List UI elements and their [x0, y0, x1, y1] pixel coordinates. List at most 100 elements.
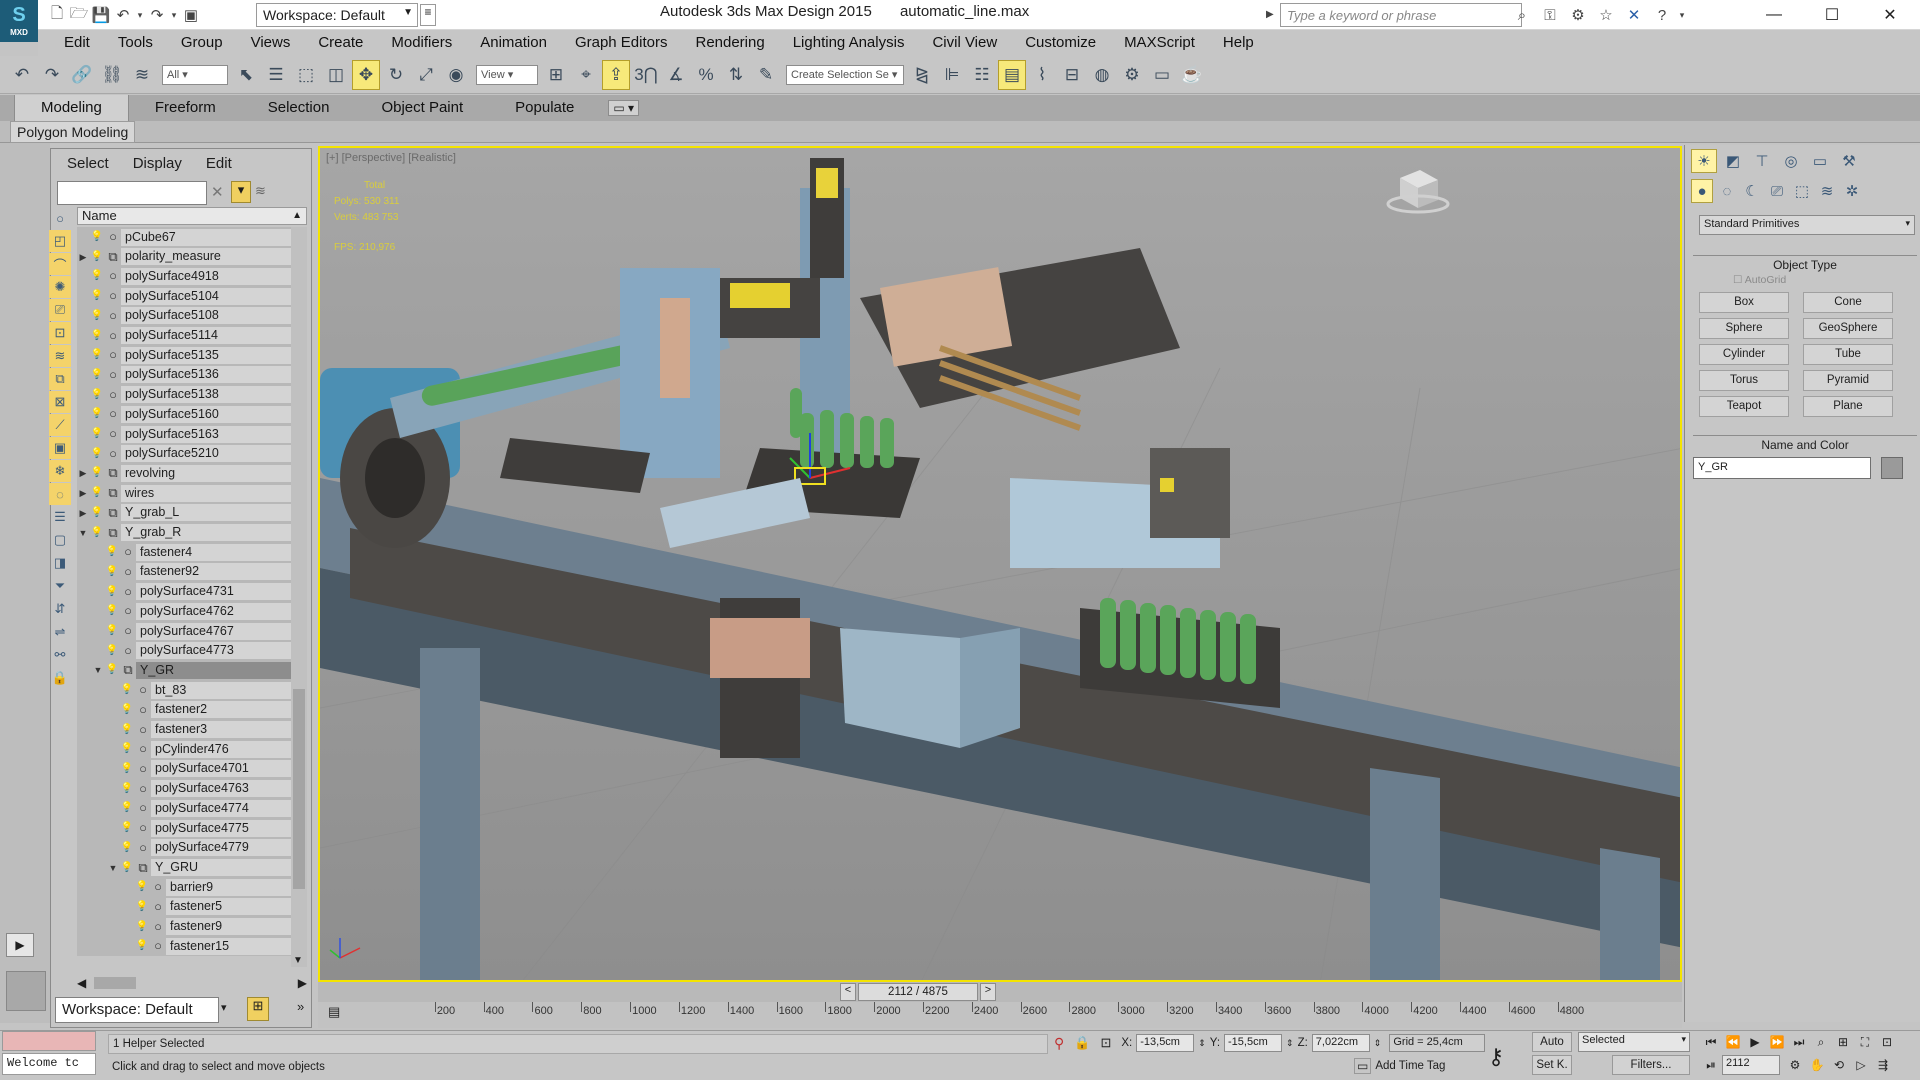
expand-toggle-icon[interactable]: ▶	[77, 483, 89, 503]
visibility-bulb-icon[interactable]: 💡	[119, 798, 135, 818]
object-color-swatch[interactable]	[1881, 457, 1903, 479]
scene-tree-row[interactable]: ▼ 💡 ⧉ Y_GR	[77, 660, 291, 681]
visibility-bulb-icon[interactable]: 💡	[104, 601, 120, 621]
scene-tree-row[interactable]: ▶ 💡 ⧉ revolving	[77, 463, 291, 484]
object-type-title[interactable]: Object Type	[1693, 256, 1917, 274]
scene-tree-row[interactable]: 💡 ○ polySurface4767	[77, 621, 291, 642]
visibility-bulb-icon[interactable]: 💡	[119, 739, 135, 759]
scene-tree-row[interactable]: 💡 ○ polySurface5136	[77, 364, 291, 385]
binoculars-icon[interactable]: ⌕	[1508, 4, 1536, 26]
polygon-modeling-panel[interactable]: Polygon Modeling	[10, 120, 136, 143]
menu-views[interactable]: Views	[237, 30, 305, 56]
select-and-link-icon[interactable]: 🔗	[68, 60, 96, 90]
display-containers-icon[interactable]: ▣	[49, 437, 71, 459]
maxscript-output[interactable]: Welcome tc	[2, 1053, 96, 1075]
visibility-bulb-icon[interactable]: 💡	[119, 759, 135, 779]
schematic-view-icon[interactable]: ⊟	[1058, 60, 1086, 90]
go-to-end-icon[interactable]: ⏭	[1788, 1032, 1810, 1052]
scene-tree-row[interactable]: 💡 ○ fastener4	[77, 542, 291, 563]
display-bones-icon[interactable]: ⟋	[49, 414, 71, 436]
maximize-viewport-icon[interactable]: ⊡	[1876, 1032, 1898, 1052]
render-production-icon[interactable]: ☕	[1178, 60, 1206, 90]
scene-tree-row[interactable]: 💡 ○ polySurface5163	[77, 424, 291, 445]
create-cylinder-button[interactable]: Cylinder	[1699, 344, 1789, 365]
mirror-icon[interactable]: ⧎	[908, 60, 936, 90]
visibility-bulb-icon[interactable]: 💡	[104, 582, 120, 602]
visibility-bulb-icon[interactable]: 💡	[89, 483, 105, 503]
select-and-move-icon[interactable]: ✥	[352, 59, 380, 90]
save-file-icon[interactable]: 💾	[90, 4, 112, 26]
hierarchy-tab-icon[interactable]: ⊤	[1749, 149, 1775, 173]
ribbon-options-icon[interactable]: ▭ ▾	[608, 100, 640, 116]
clear-filter-icon[interactable]: ✕	[211, 183, 224, 201]
favorites-star-icon[interactable]: ☆	[1592, 4, 1620, 26]
help-icon[interactable]: ?	[1648, 4, 1676, 26]
angle-snap-icon[interactable]: ∡	[662, 60, 690, 90]
scene-tree-row[interactable]: 💡 ○ polySurface5160	[77, 404, 291, 425]
y-coord-field[interactable]: -15,5cm	[1224, 1034, 1283, 1052]
geometry-category-icon[interactable]: ●	[1691, 179, 1713, 203]
search-expand-icon[interactable]: ▶	[1266, 3, 1280, 27]
scene-tree-row[interactable]: 💡 ○ fastener5	[77, 896, 291, 917]
mini-curve-editor-icon[interactable]: ▤	[328, 1004, 340, 1020]
visibility-bulb-icon[interactable]: 💡	[104, 660, 120, 680]
sort-by-layer-icon[interactable]: ⊞	[247, 997, 269, 1021]
display-none-filter-icon[interactable]: ▢	[49, 529, 71, 551]
explorer-menu-select[interactable]: Select	[51, 149, 117, 172]
menu-animation[interactable]: Animation	[466, 30, 561, 56]
horizontal-scroll-thumb[interactable]	[94, 977, 137, 989]
filter-toggle-icon[interactable]: ▾	[231, 181, 251, 203]
pivot-center-icon[interactable]: ⊞	[542, 60, 570, 90]
systems-category-icon[interactable]: ✲	[1841, 179, 1863, 203]
motion-tab-icon[interactable]: ◎	[1778, 149, 1804, 173]
add-time-tag-button[interactable]: Add Time Tag	[1375, 1060, 1445, 1072]
undo-icon[interactable]: ↶	[112, 4, 134, 26]
x-coord-field[interactable]: -13,5cm	[1136, 1034, 1195, 1052]
menu-help[interactable]: Help	[1209, 30, 1268, 56]
autogrid-checkbox[interactable]: ☐ AutoGrid	[1693, 274, 1917, 286]
visibility-bulb-icon[interactable]: 💡	[89, 345, 105, 365]
rendered-frame-window-icon[interactable]: ▭	[1148, 60, 1176, 90]
isolate-selection-icon[interactable]: ⚲	[1054, 1035, 1064, 1052]
menu-lighting-analysis[interactable]: Lighting Analysis	[779, 30, 919, 56]
prev-frame-button[interactable]: <	[840, 983, 856, 1001]
scene-tree-row[interactable]: 💡 ○ polySurface5138	[77, 384, 291, 405]
selection-filter-dropdown[interactable]: All ▾	[162, 64, 228, 85]
select-by-name-icon[interactable]: ☰	[262, 60, 290, 90]
communication-icon[interactable]: ⚙	[1564, 4, 1592, 26]
display-spacewarps-icon[interactable]: ≋	[49, 345, 71, 367]
invert-display-icon[interactable]: ◨	[49, 552, 71, 574]
scroll-right-icon[interactable]: ▶	[298, 976, 307, 990]
scene-tree-row[interactable]: ▶ 💡 ⧉ Y_grab_L	[77, 502, 291, 523]
explorer-menu-icon[interactable]: »	[297, 999, 304, 1014]
expand-toggle-icon[interactable]: ▶	[77, 247, 89, 267]
key-filter-dropdown[interactable]: Selected ▾	[1578, 1032, 1690, 1052]
scene-tree-row[interactable]: ▼ 💡 ⧉ Y_grab_R	[77, 522, 291, 543]
layer-manager-icon[interactable]: ☷	[968, 60, 996, 90]
cameras-category-icon[interactable]: ⎚	[1766, 179, 1788, 203]
maxscript-mini-listener[interactable]	[2, 1031, 96, 1051]
visibility-bulb-icon[interactable]: 💡	[104, 621, 120, 641]
keyboard-shortcut-override-icon[interactable]: ⇪	[602, 59, 630, 90]
menu-group[interactable]: Group	[167, 30, 237, 56]
workspace-dropdown[interactable]: Workspace: Default ▼	[256, 3, 418, 27]
expand-toggle-icon[interactable]: ▶	[77, 503, 89, 523]
visibility-bulb-icon[interactable]: 💡	[89, 326, 105, 346]
previous-key-icon[interactable]: ⏪	[1722, 1032, 1744, 1052]
zoom-extents-icon[interactable]: ⛶	[1854, 1032, 1876, 1052]
modify-tab-icon[interactable]: ◩	[1720, 149, 1746, 173]
project-folder-icon[interactable]: ▣	[180, 4, 202, 26]
set-key-mode-icon[interactable]: ⚷	[1488, 1044, 1504, 1070]
x-spinner-icon[interactable]: ⇕	[1198, 1038, 1206, 1049]
edit-named-selection-icon[interactable]: ✎	[752, 60, 780, 90]
workspace-chevron-icon[interactable]: ▾	[221, 1001, 227, 1014]
display-groups-icon[interactable]: ⧉	[49, 368, 71, 390]
visibility-bulb-icon[interactable]: 💡	[89, 404, 105, 424]
scene-tree-row[interactable]: 💡 ○ polySurface4773	[77, 640, 291, 661]
create-tab-icon[interactable]: ☀	[1691, 149, 1717, 173]
expand-explorer-icon[interactable]: ▶	[6, 933, 34, 957]
exchange-apps-icon[interactable]: ✕	[1620, 4, 1648, 26]
menu-create[interactable]: Create	[304, 30, 377, 56]
scene-tree-row[interactable]: 💡 ○ polySurface5108	[77, 305, 291, 326]
expand-toggle-icon[interactable]: ▶	[77, 463, 89, 483]
